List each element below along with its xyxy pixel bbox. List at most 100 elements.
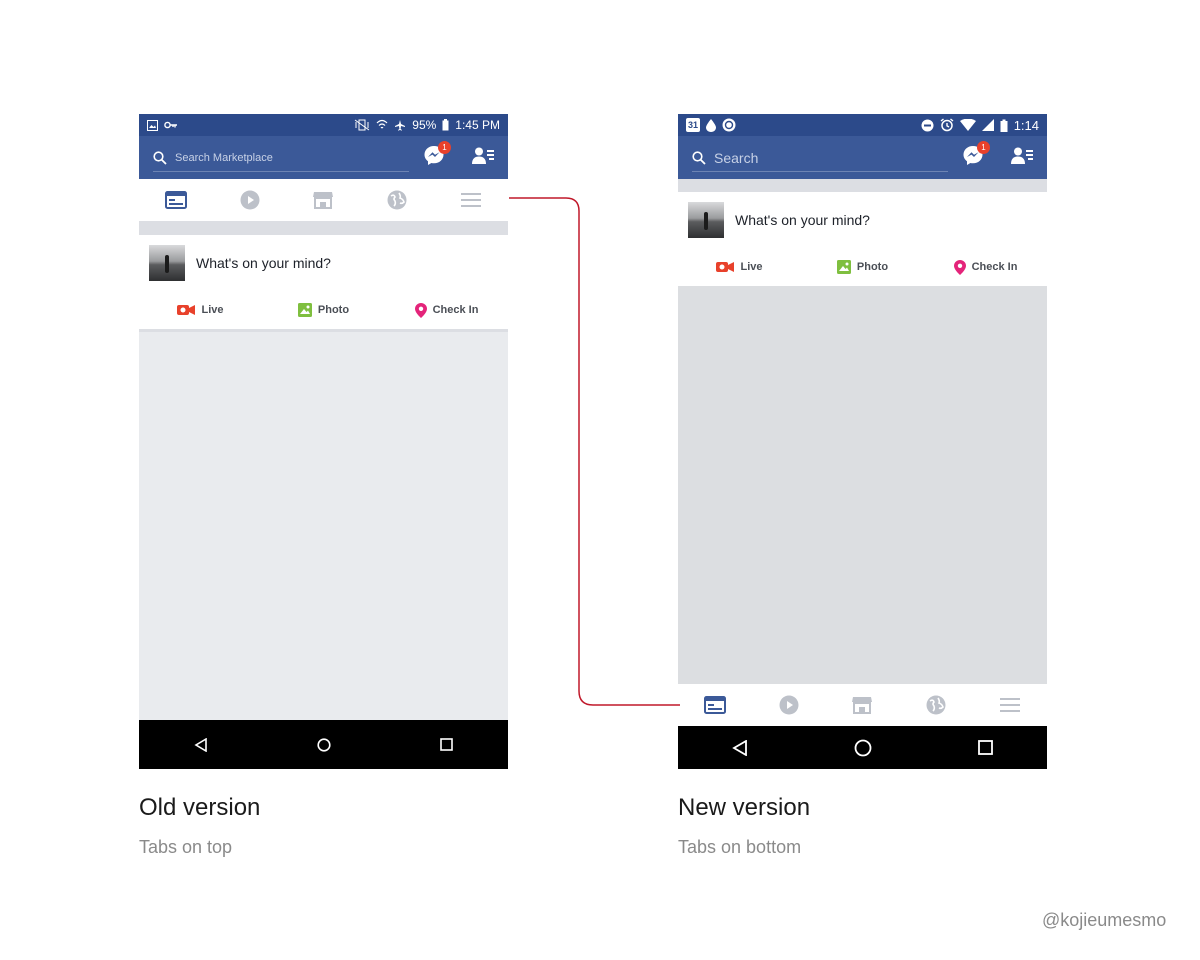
news-feed-area	[139, 332, 508, 720]
do-not-disturb-icon	[921, 119, 934, 131]
notifications-globe-icon	[387, 190, 407, 210]
tab-menu[interactable]	[973, 684, 1047, 726]
android-nav-bar	[139, 720, 508, 769]
friend-requests-icon	[1011, 147, 1033, 164]
tab-video[interactable]	[213, 179, 287, 221]
old-version-subtitle: Tabs on top	[139, 837, 233, 857]
messenger-badge: 1	[438, 141, 451, 154]
check-in-button[interactable]: Check In	[385, 291, 508, 329]
new-version-subtitle: Tabs on bottom	[678, 837, 802, 857]
video-icon	[240, 190, 260, 210]
photo-label: Photo	[317, 304, 350, 316]
cell-signal-icon	[981, 119, 994, 131]
menu-icon	[461, 193, 482, 207]
composer[interactable]: What's on your mind? Live Photo Check In	[678, 192, 1047, 286]
tab-menu[interactable]	[434, 179, 508, 221]
photo-icon	[297, 303, 312, 317]
back-button[interactable]	[690, 739, 790, 756]
photo-button[interactable]: Photo	[262, 291, 385, 329]
back-triangle-icon	[731, 739, 747, 756]
live-button[interactable]: Live	[139, 291, 262, 329]
menu-icon	[1000, 698, 1021, 712]
alarm-icon	[940, 118, 954, 132]
check-in-pin-icon	[414, 302, 427, 318]
home-circle-icon	[854, 739, 871, 756]
tab-video[interactable]	[752, 684, 826, 726]
back-triangle-icon	[193, 737, 207, 752]
friend-requests-button[interactable]	[1011, 146, 1035, 168]
photo-button[interactable]: Photo	[801, 248, 924, 286]
calendar-day: 31	[687, 120, 698, 130]
friend-requests-icon	[472, 147, 494, 164]
search-placeholder: Search Marketplace	[175, 152, 273, 164]
new-version-title: New version	[678, 794, 811, 821]
gallery-notification-icon	[147, 119, 158, 131]
status-bar: 95% 1:45 PM	[139, 114, 508, 136]
recents-button[interactable]	[936, 740, 1036, 755]
marketplace-icon	[852, 697, 873, 714]
author-credit: @kojieumesmo	[1042, 910, 1167, 930]
search-bar[interactable]: Search Marketplace	[153, 145, 409, 172]
top-app-bar: Search 1	[678, 136, 1047, 179]
messenger-badge: 1	[977, 141, 990, 154]
app-notification-icon	[722, 118, 736, 132]
composer-prompt[interactable]: What's on your mind?	[735, 212, 870, 228]
photo-label: Photo	[856, 261, 889, 273]
tab-news-feed[interactable]	[678, 684, 752, 726]
battery-icon	[1000, 119, 1008, 132]
status-time: 1:14	[1013, 117, 1039, 133]
notifications-globe-icon	[926, 695, 946, 715]
live-video-icon	[716, 262, 735, 272]
check-in-label: Check In	[971, 261, 1018, 273]
back-button[interactable]	[151, 737, 251, 752]
tab-notifications[interactable]	[360, 179, 434, 221]
old-version-phone: 95% 1:45 PM Search Marketplace 1 What's …	[139, 114, 508, 769]
live-label: Live	[740, 261, 763, 273]
video-icon	[779, 695, 799, 715]
check-in-button[interactable]: Check In	[924, 248, 1047, 286]
battery-percent: 95%	[412, 118, 437, 132]
recents-square-icon	[440, 738, 453, 751]
status-time: 1:45 PM	[455, 118, 500, 132]
recents-square-icon	[978, 740, 993, 755]
new-version-phone: 31 1:14 Search 1 What's on your mind? Li…	[678, 114, 1047, 769]
home-circle-icon	[316, 737, 331, 752]
search-icon	[692, 151, 706, 165]
calendar-notification-icon: 31	[686, 118, 700, 132]
tab-news-feed[interactable]	[139, 179, 213, 221]
composer[interactable]: What's on your mind? Live Photo Check In	[139, 235, 508, 329]
vibrate-mute-icon	[354, 119, 370, 131]
tab-marketplace[interactable]	[287, 179, 361, 221]
tab-marketplace[interactable]	[826, 684, 900, 726]
composer-prompt[interactable]: What's on your mind?	[196, 255, 331, 271]
friend-requests-button[interactable]	[472, 146, 496, 168]
live-label: Live	[201, 304, 224, 316]
search-bar[interactable]: Search	[692, 145, 948, 172]
battery-icon	[442, 119, 449, 131]
recents-button[interactable]	[397, 738, 497, 751]
composer-actions: Live Photo Check In	[139, 291, 508, 329]
home-button[interactable]	[813, 739, 913, 757]
live-button[interactable]: Live	[678, 248, 801, 286]
comparison-connector-line	[509, 197, 680, 706]
messenger-button[interactable]: 1	[423, 141, 451, 168]
home-button[interactable]	[274, 737, 374, 752]
status-bar: 31 1:14	[678, 114, 1047, 136]
tab-notifications[interactable]	[899, 684, 973, 726]
marketplace-icon	[313, 192, 334, 209]
search-icon	[153, 151, 167, 165]
news-feed-area	[678, 286, 1047, 684]
drop-notification-icon	[706, 118, 716, 132]
android-nav-bar	[678, 726, 1047, 769]
tab-bar-top	[139, 179, 508, 221]
tab-bar-bottom	[678, 684, 1047, 726]
check-in-label: Check In	[432, 304, 479, 316]
news-feed-icon	[703, 696, 726, 714]
messenger-button[interactable]: 1	[962, 141, 990, 168]
old-version-title: Old version	[139, 794, 261, 821]
avatar	[688, 202, 724, 238]
vpn-key-icon	[164, 121, 177, 129]
wifi-icon	[959, 119, 976, 131]
section-divider	[139, 221, 508, 235]
section-divider	[678, 179, 1047, 192]
